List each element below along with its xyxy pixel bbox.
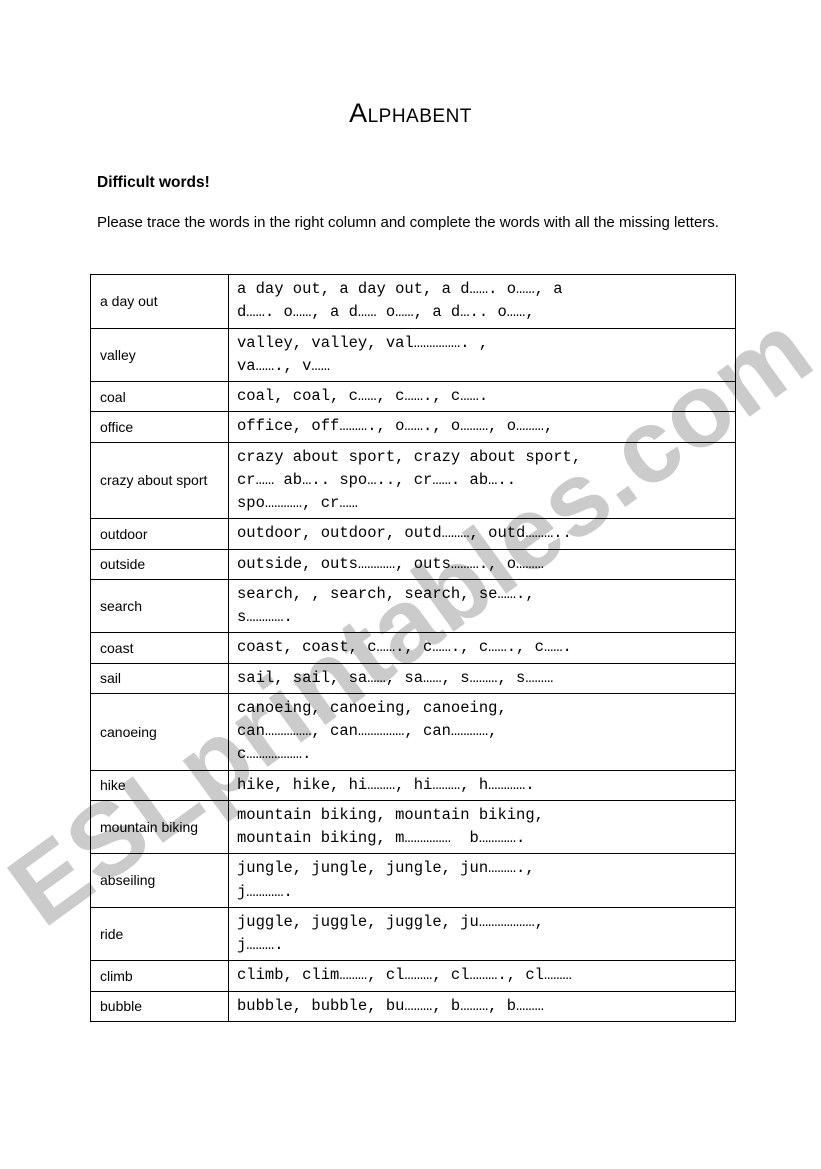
page-title: Alphabent [349,98,472,128]
table-row: a day out a day out, a day out, a d……. o…… [90,274,736,329]
trace-content-cell[interactable]: sail, sail, sa……, sa……, s………, s……… [228,662,736,694]
tracing-table: a day out a day out, a day out, a d……. o…… [90,274,736,1022]
trace-content-cell[interactable]: jungle, jungle, jungle, jun………., j…………. [228,853,736,908]
word-label-cell: bubble [90,990,229,1022]
table-row: ride juggle, juggle, juggle, ju………………, j…… [90,906,736,962]
table-row: outdoor outdoor, outdoor, outd………, outd……… [90,518,736,550]
word-label-cell: abseiling [90,853,229,908]
trace-content-cell[interactable]: valley, valley, val……………. , va……., v…… [228,327,736,382]
table-row: search search, , search, search, se……., s… [90,578,736,634]
table-row: abseiling jungle, jungle, jungle, jun……….… [90,853,736,908]
table-row: crazy about sport crazy about sport, craz… [90,441,736,520]
trace-content-cell[interactable]: juggle, juggle, juggle, ju………………, j………. [228,906,736,962]
trace-content-cell[interactable]: a day out, a day out, a d……. o……, a d…….… [228,274,736,329]
section-subtitle: Difficult words! [97,174,210,191]
table-row: hike hike, hike, hi………, hi………, h…………. [90,769,736,801]
trace-content-cell[interactable]: climb, clim………, cl………, cl………., cl……… [228,960,736,992]
trace-content-cell[interactable]: mountain biking, mountain biking, mounta… [228,799,736,855]
word-label-cell: outside [90,548,229,580]
table-row: office office, off………., o……., o………, o………, [90,411,736,443]
trace-content-cell[interactable]: outdoor, outdoor, outd………, outd……….. [228,518,736,550]
word-label-cell: a day out [90,274,229,329]
table-row: climb climb, clim………, cl………, cl………., cl……… [90,960,736,992]
trace-content-cell[interactable]: search, , search, search, se……., s…………. [228,578,736,634]
word-label-cell: valley [90,327,229,382]
table-row: coast coast, coast, c……., c……., c……., c……… [90,632,736,664]
trace-content-cell[interactable]: office, off………., o……., o………, o………, [228,411,736,443]
trace-content-cell[interactable]: bubble, bubble, bu………, b………, b……… [228,990,736,1022]
table-row: bubble bubble, bubble, bu………, b………, b……… [90,990,736,1022]
word-label-cell: outdoor [90,518,229,550]
word-label-cell: climb [90,960,229,992]
table-row: coal coal, coal, c……, c……., c……. [90,380,736,413]
table-row: valley valley, valley, val……………. , va…….,… [90,327,736,382]
trace-content-cell[interactable]: coast, coast, c……., c……., c……., c……. [228,632,736,664]
trace-content-cell[interactable]: coal, coal, c……, c……., c……. [228,380,736,413]
trace-content-cell[interactable]: canoeing, canoeing, canoeing, can……………, … [228,692,736,771]
table-row: outside outside, outs…………, outs………., o……… [90,548,736,580]
worksheet-page: ESLprintables.com Alphabent Difficult wo… [0,0,821,1169]
word-label-cell: search [90,578,229,634]
table-row: canoeing canoeing, canoeing, canoeing, ca… [90,692,736,771]
table-row: sail sail, sail, sa……, sa……, s………, s……… [90,662,736,694]
word-label-cell: sail [90,662,229,694]
trace-content-cell[interactable]: outside, outs…………, outs………., o……… [228,548,736,580]
word-label-cell: ride [90,906,229,962]
tracing-table-body: a day out a day out, a day out, a d……. o…… [90,274,736,1022]
word-label-cell: canoeing [90,692,229,771]
trace-content-cell[interactable]: crazy about sport, crazy about sport, cr… [228,441,736,520]
word-label-cell: hike [90,769,229,801]
table-row: mountain biking mountain biking, mountain… [90,799,736,855]
instructions-text: Please trace the words in the right colu… [97,214,719,231]
word-label-cell: mountain biking [90,799,229,855]
word-label-cell: coast [90,632,229,664]
word-label-cell: office [90,411,229,443]
trace-content-cell[interactable]: hike, hike, hi………, hi………, h…………. [228,769,736,801]
word-label-cell: coal [90,380,229,413]
word-label-cell: crazy about sport [90,441,229,520]
